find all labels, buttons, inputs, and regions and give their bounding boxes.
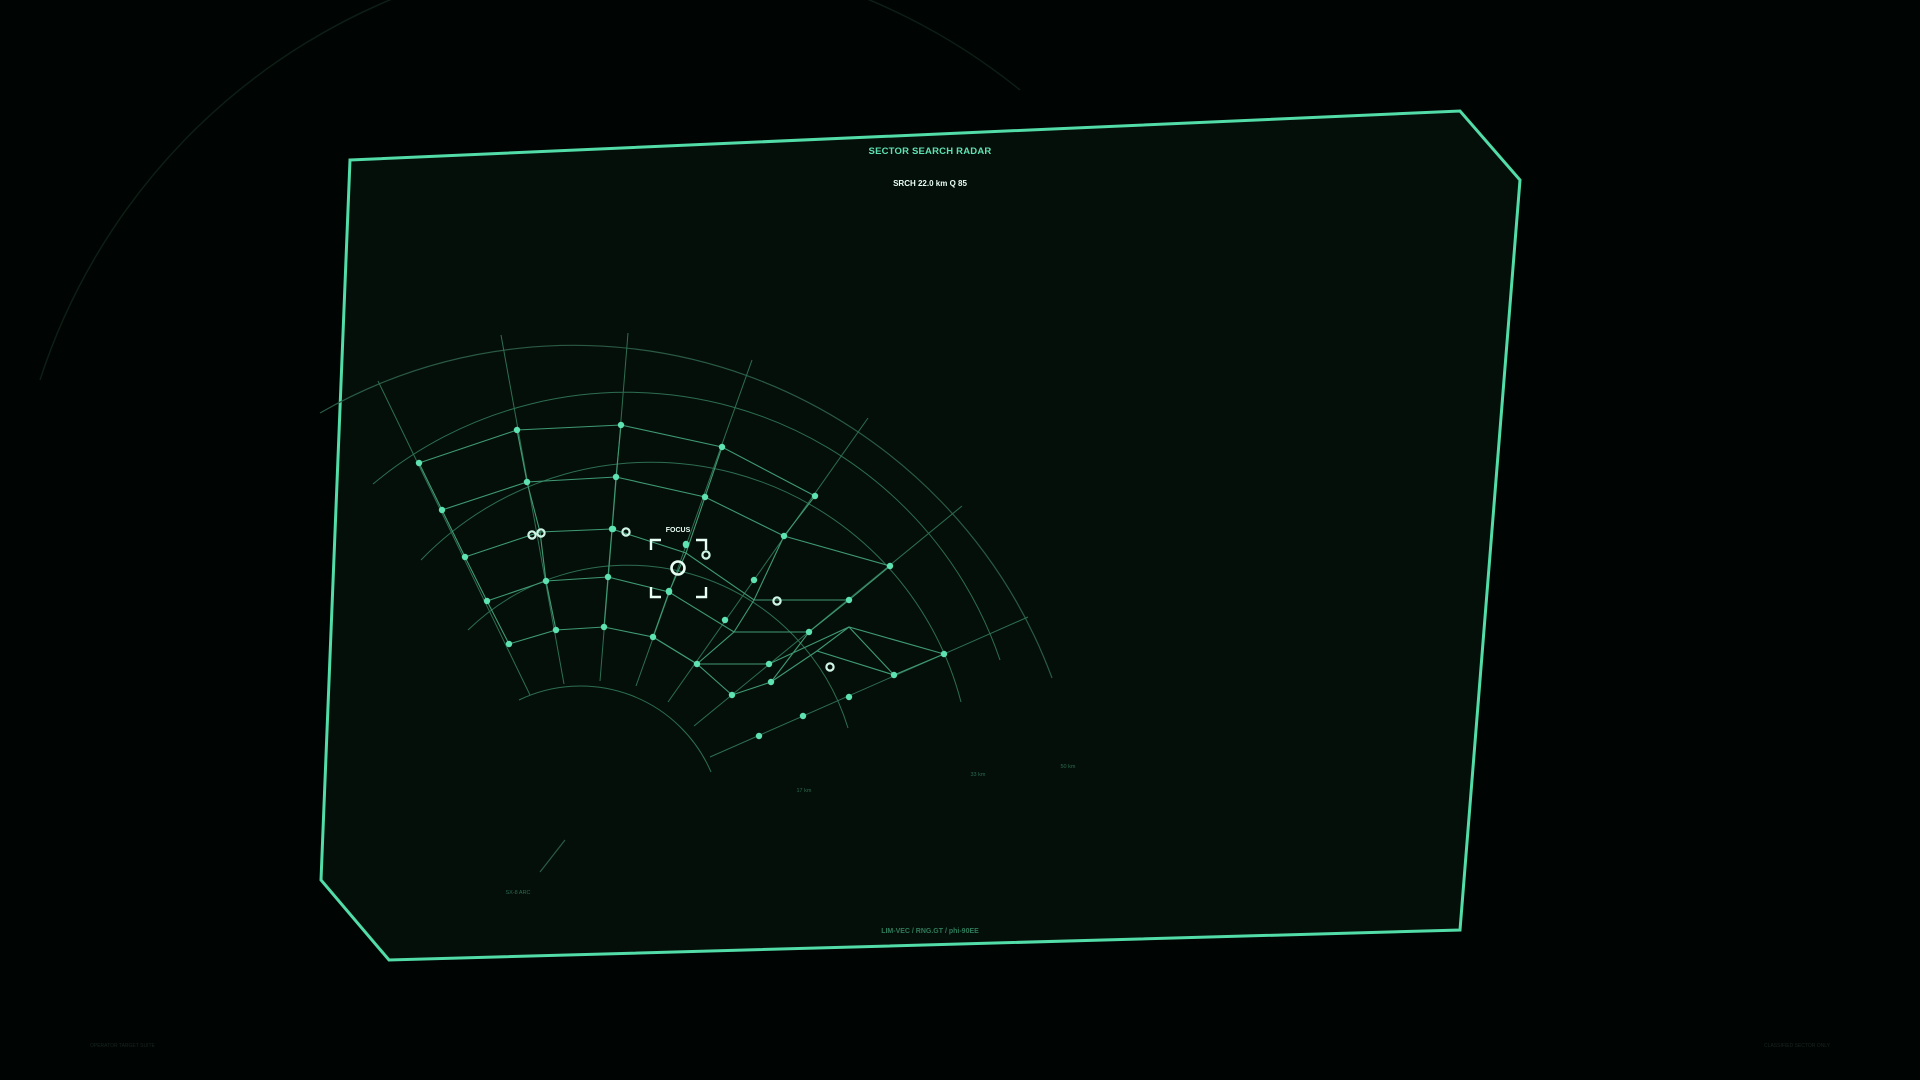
grid-node bbox=[665, 587, 673, 595]
grid-node bbox=[415, 459, 423, 467]
grid-node bbox=[780, 532, 788, 540]
grid-node bbox=[811, 492, 819, 500]
grid-node bbox=[767, 678, 775, 686]
grid-node bbox=[461, 553, 469, 561]
grid-node bbox=[845, 693, 853, 701]
grid-node bbox=[755, 732, 763, 740]
grid-node bbox=[805, 628, 813, 636]
grid-node bbox=[513, 426, 521, 434]
bearing-label: SX-8 ARC bbox=[505, 890, 530, 896]
grid-node bbox=[600, 623, 608, 631]
grid-node bbox=[718, 443, 726, 451]
range-label-2: 33 km bbox=[971, 772, 986, 778]
panel-footer: LIM-VEC / RNG.GT / phi-90EE bbox=[881, 928, 979, 935]
radar-panel bbox=[321, 111, 1520, 960]
grid-node bbox=[438, 506, 446, 514]
corner-label-left: OPERATOR TARGET SUITE bbox=[90, 1043, 155, 1049]
grid-node bbox=[505, 640, 513, 648]
grid-node bbox=[890, 671, 898, 679]
grid-node bbox=[604, 573, 612, 581]
panel-title: SECTOR SEARCH RADAR bbox=[869, 146, 992, 157]
grid-node bbox=[609, 525, 617, 533]
grid-node bbox=[765, 660, 773, 668]
grid-node bbox=[483, 597, 491, 605]
grid-node bbox=[701, 493, 709, 501]
grid-node bbox=[693, 660, 701, 668]
grid-node bbox=[612, 473, 620, 481]
grid-node bbox=[682, 540, 690, 548]
range-label-3: 50 km bbox=[1061, 764, 1076, 770]
grid-node bbox=[542, 577, 550, 585]
grid-node bbox=[750, 576, 758, 584]
grid-node bbox=[523, 478, 531, 486]
grid-node bbox=[845, 596, 853, 604]
grid-node bbox=[886, 562, 894, 570]
grid-node bbox=[617, 421, 625, 429]
range-label-1: 17 km bbox=[797, 788, 812, 794]
corner-label-right: CLASSIFIED SECTOR ONLY bbox=[1764, 1043, 1831, 1049]
grid-node bbox=[940, 650, 948, 658]
grid-node bbox=[649, 633, 657, 641]
radar-scene: SECTOR SEARCH RADAR SRCH 22.0 km Q 85 FO… bbox=[39, 0, 1831, 1049]
grid-node bbox=[728, 691, 736, 699]
grid-node bbox=[552, 626, 560, 634]
grid-node bbox=[799, 712, 807, 720]
search-readout: SRCH 22.0 km Q 85 bbox=[893, 179, 967, 188]
focus-label: FOCUS bbox=[666, 527, 691, 534]
grid-node bbox=[721, 616, 729, 624]
